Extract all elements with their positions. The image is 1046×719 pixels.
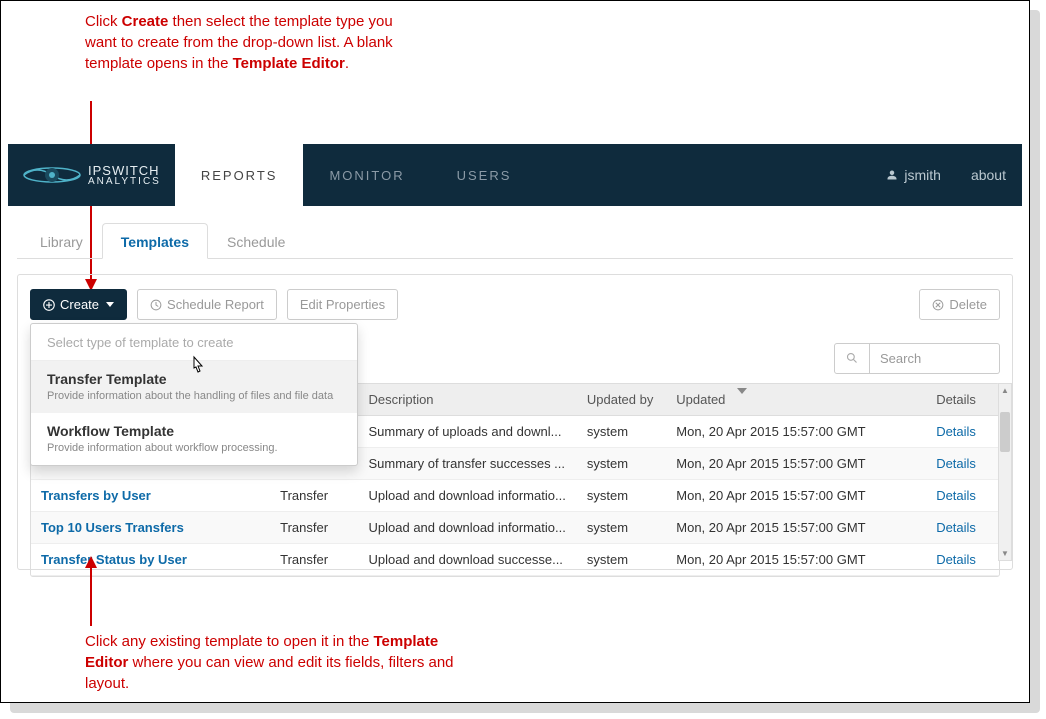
search-button[interactable] [834,343,870,374]
nav-tab-monitor[interactable]: MONITOR [303,144,430,206]
cell-desc: Upload and download informatio... [359,512,577,544]
dropdown-item-workflow[interactable]: Workflow Template Provide information ab… [31,413,357,465]
cell-type: Transfer [270,544,358,576]
search-input[interactable] [870,343,1000,374]
details-link[interactable]: Details [936,552,976,567]
th-description[interactable]: Description [359,384,577,416]
edit-properties-button[interactable]: Edit Properties [287,289,398,320]
create-button[interactable]: Create [30,289,127,320]
cell-desc: Upload and download informatio... [359,480,577,512]
template-name-link[interactable]: Top 10 Users Transfers [41,520,184,535]
scrollbar[interactable]: ▲ ▼ [998,383,1012,561]
cell-type: Transfer [270,480,358,512]
subtab-templates[interactable]: Templates [102,223,208,259]
nav-tab-reports[interactable]: REPORTS [175,144,304,206]
th-details[interactable]: Details [926,384,999,416]
cell-desc: Summary of transfer successes ... [359,448,577,480]
scroll-down-icon: ▼ [999,549,1011,558]
cursor-pointer-icon [188,355,206,377]
scrollbar-thumb[interactable] [1000,412,1010,452]
user-icon [886,169,898,181]
details-link[interactable]: Details [936,488,976,503]
cell-updated-by: system [577,480,666,512]
schedule-report-button[interactable]: Schedule Report [137,289,277,320]
x-circle-icon [932,299,944,311]
sort-desc-icon [737,388,747,394]
cell-updated-by: system [577,512,666,544]
content-panel: Create Schedule Report Edit Properties D… [17,274,1013,570]
main-navbar: IPSWITCH ANALYTICS REPORTS MONITOR USERS… [8,144,1022,206]
cell-updated-by: system [577,416,666,448]
annotation-bottom: Click any existing template to open it i… [85,631,465,694]
subtab-library[interactable]: Library [21,223,102,259]
plus-circle-icon [43,299,55,311]
template-name-link[interactable]: Transfer Status by User [41,552,187,567]
brand-line2: ANALYTICS [88,177,161,187]
nav-user[interactable]: jsmith [886,167,941,183]
nav-about[interactable]: about [971,167,1006,183]
th-updated-by[interactable]: Updated by [577,384,666,416]
search-icon [846,352,858,364]
brand-line1: IPSWITCH [88,164,161,177]
subtab-schedule[interactable]: Schedule [208,223,304,259]
template-name-link[interactable]: Transfers by User [41,488,151,503]
cell-updated-by: system [577,448,666,480]
cell-desc: Upload and download successe... [359,544,577,576]
chevron-down-icon [106,302,114,307]
table-row: Transfer Status by User TransferUpload an… [31,544,999,576]
cell-updated: Mon, 20 Apr 2015 15:57:00 GMT [666,480,926,512]
table-row: Top 10 Users Transfers TransferUpload and… [31,512,999,544]
nav-tab-users[interactable]: USERS [431,144,538,206]
details-link[interactable]: Details [936,424,976,439]
th-updated[interactable]: Updated [666,384,926,416]
ipswitch-logo-icon [22,163,82,187]
cell-updated-by: system [577,544,666,576]
cell-updated: Mon, 20 Apr 2015 15:57:00 GMT [666,448,926,480]
delete-button[interactable]: Delete [919,289,1000,320]
cell-type: Transfer [270,512,358,544]
brand-logo: IPSWITCH ANALYTICS [8,144,175,206]
scroll-up-icon: ▲ [999,386,1011,395]
cell-desc: Summary of uploads and downl... [359,416,577,448]
cell-updated: Mon, 20 Apr 2015 15:57:00 GMT [666,512,926,544]
annotation-top: Click Create then select the template ty… [85,11,425,74]
create-dropdown: Select type of template to create Transf… [30,323,358,466]
clock-icon [150,299,162,311]
details-link[interactable]: Details [936,520,976,535]
details-link[interactable]: Details [936,456,976,471]
cell-updated: Mon, 20 Apr 2015 15:57:00 GMT [666,544,926,576]
cell-updated: Mon, 20 Apr 2015 15:57:00 GMT [666,416,926,448]
table-row: Transfers by User TransferUpload and down… [31,480,999,512]
